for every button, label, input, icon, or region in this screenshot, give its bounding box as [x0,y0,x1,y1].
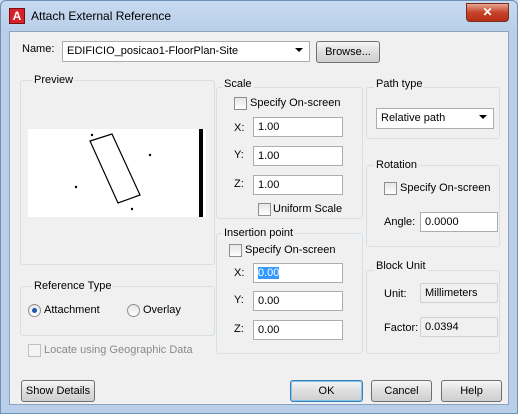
insertion-y-label: Y: [234,294,244,306]
help-button[interactable]: Help [441,380,502,402]
show-details-button[interactable]: Show Details [21,380,95,402]
path-type-value: Relative path [381,112,446,124]
path-type-combo[interactable]: Relative path [376,108,494,129]
preview-image [28,129,206,217]
geo-label: Locate using Geographic Data [44,344,193,356]
path-type-title: Path type [374,78,425,90]
uniform-scale-checkbox[interactable] [258,203,271,216]
close-button[interactable]: ✕ [466,3,509,22]
attachment-radio[interactable] [28,304,41,317]
ok-button[interactable]: OK [290,380,363,402]
insertion-z-input[interactable]: 0.00 [253,320,343,340]
rotation-group [366,165,500,247]
overlay-label: Overlay [143,304,181,316]
insertion-x-label: X: [234,267,245,279]
unit-value: Millimeters [420,283,498,303]
insertion-specify-checkbox[interactable] [229,244,242,257]
scale-z-label: Z: [234,178,244,190]
factor-label: Factor: [384,322,419,334]
insertion-point-title: Insertion point [222,227,296,239]
preview-title: Preview [32,74,76,86]
scale-y-label: Y: [234,149,244,161]
chevron-down-icon [295,48,303,52]
insertion-z-label: Z: [234,323,244,335]
name-combo-value: EDIFICIO_posicao1-FloorPlan-Site [67,45,239,57]
browse-button[interactable]: Browse... [316,41,380,63]
block-unit-title: Block Unit [374,260,428,272]
attachment-label: Attachment [44,304,100,316]
name-label: Name: [22,43,55,55]
scale-y-input[interactable]: 1.00 [253,146,343,166]
rotation-specify-checkbox[interactable] [384,182,397,195]
overlay-radio[interactable] [127,304,140,317]
cancel-button[interactable]: Cancel [371,380,432,402]
angle-label: Angle: [384,216,416,228]
insertion-x-input[interactable]: 0.00 [253,263,343,283]
dialog-client-area: Name: EDIFICIO_posicao1-FloorPlan-Site B… [9,31,509,405]
scale-title: Scale [222,78,254,90]
rotation-specify-label: Specify On-screen [400,182,491,194]
scale-x-label: X: [234,122,245,134]
name-combo[interactable]: EDIFICIO_posicao1-FloorPlan-Site [62,41,310,62]
unit-label: Unit: [384,288,407,300]
insertion-x-value: 0.00 [258,267,280,279]
chevron-down-icon [479,115,487,119]
scale-specify-label: Specify On-screen [250,97,341,109]
uniform-scale-label: Uniform Scale [273,203,343,215]
scale-specify-checkbox[interactable] [234,97,247,110]
autocad-app-icon: A [9,8,25,24]
dialog-window: A Attach External Reference ✕ Name: EDIF… [0,0,518,414]
angle-input[interactable]: 0.0000 [420,212,498,232]
geo-checkbox[interactable] [28,344,41,357]
window-title: Attach External Reference [31,9,172,23]
reference-type-title: Reference Type [32,280,114,292]
insertion-specify-label: Specify On-screen [245,244,336,256]
rotation-title: Rotation [374,159,419,171]
scale-x-input[interactable]: 1.00 [253,117,343,137]
title-bar[interactable]: A Attach External Reference ✕ [1,1,517,31]
scale-z-input[interactable]: 1.00 [253,175,343,195]
preview-drawing [74,129,203,217]
insertion-y-input[interactable]: 0.00 [253,291,343,311]
factor-value: 0.0394 [420,317,498,337]
